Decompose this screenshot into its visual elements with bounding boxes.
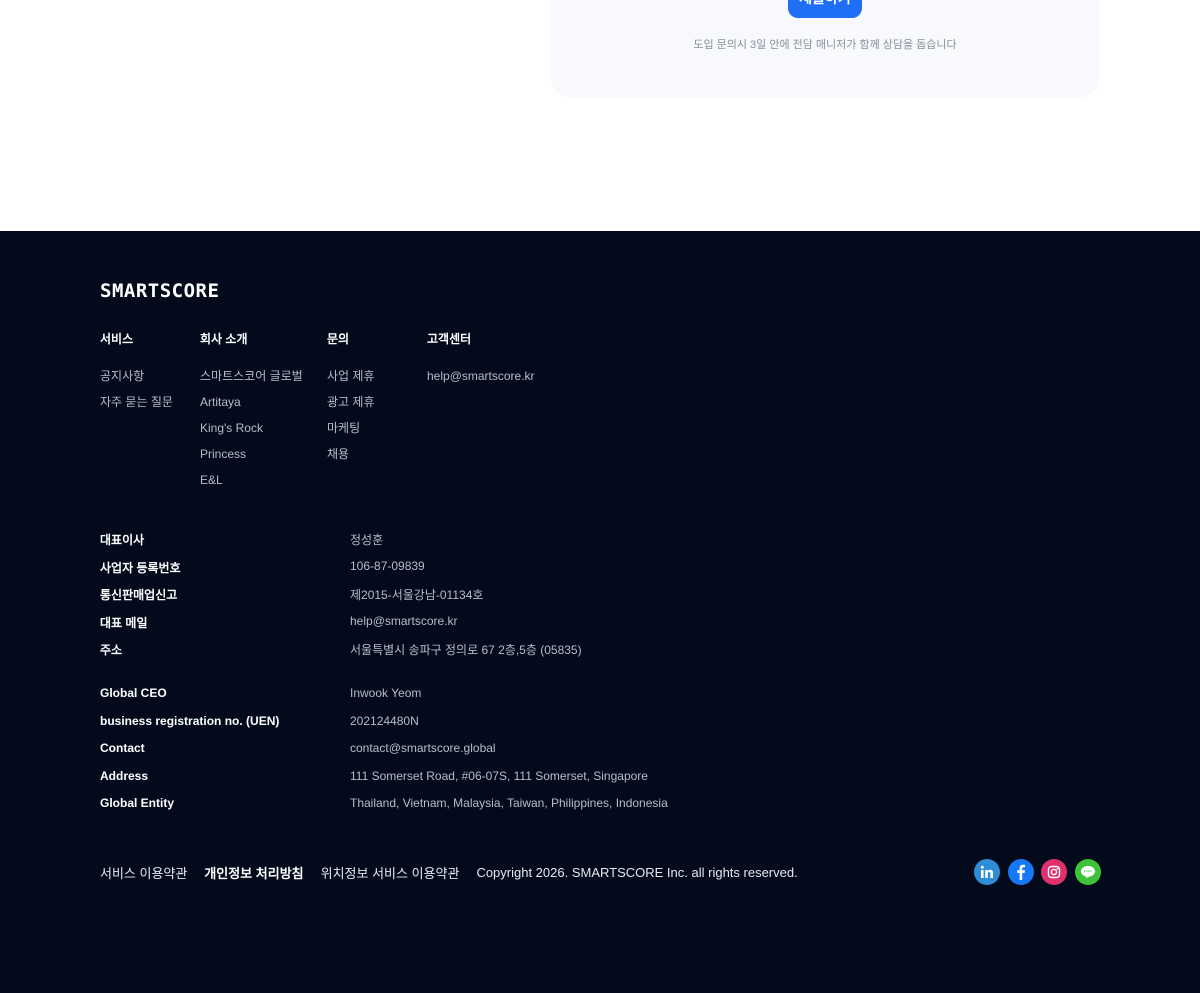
info-row: 대표 메일 help@smartscore.kr (100, 614, 900, 642)
info-row: Contact contact@smartscore.global (100, 741, 900, 769)
footer-menu-inquiry: 문의 사업 제휴 광고 제휴 마케팅 채용 (327, 330, 375, 472)
info-value: 서울특별시 송파구 정의로 67 2층,5층 (05835) (350, 643, 582, 657)
menu-link[interactable]: 사업 제휴 (327, 368, 375, 394)
footer-logo[interactable]: SMARTSCORE (100, 280, 219, 302)
info-value: contact@smartscore.global (350, 741, 496, 755)
menu-link[interactable]: Artitaya (200, 394, 303, 420)
instagram-icon[interactable] (1041, 859, 1067, 885)
info-row: 주소 서울특별시 송파구 정의로 67 2층,5층 (05835) (100, 641, 900, 669)
menu-link[interactable]: 자주 묻는 질문 (100, 394, 173, 420)
info-value: 106-87-09839 (350, 558, 425, 573)
info-row: Address 111 Somerset Road, #06-07S, 111 … (100, 769, 900, 797)
footer-menu-service: 서비스 공지사항 자주 묻는 질문 (100, 330, 173, 420)
info-row: 통신판매업신고 제2015-서울강남-01134호 (100, 586, 900, 614)
info-label: 통신판매업신고 (100, 588, 178, 602)
info-label: Global Entity (100, 796, 175, 810)
info-label: business registration no. (UEN) (100, 713, 280, 728)
submit-button[interactable]: 제출하기 (788, 0, 862, 18)
global-company-info: Global CEO Inwook Yeom business registra… (100, 686, 900, 824)
menu-link[interactable]: 채용 (327, 446, 375, 472)
menu-link[interactable]: 공지사항 (100, 368, 173, 394)
info-value: 202124480N (350, 713, 419, 728)
menu-title: 회사 소개 (200, 332, 248, 346)
footer: SMARTSCORE 서비스 공지사항 자주 묻는 질문 회사 소개 스마트스코… (0, 231, 1200, 993)
info-row: 사업자 등록번호 106-87-09839 (100, 559, 900, 587)
footer-menu-company: 회사 소개 스마트스코어 글로벌 Artitaya King's Rock Pr… (200, 330, 303, 498)
info-label: 대표 메일 (100, 615, 148, 630)
info-value: 제2015-서울강남-01134호 (350, 588, 484, 602)
info-label: 사업자 등록번호 (100, 560, 181, 575)
footer-legal-bar: 서비스 이용약관 개인정보 처리방침 위치정보 서비스 이용약관 Copyrig… (100, 861, 815, 883)
info-label: Address (100, 768, 149, 783)
menu-link[interactable]: 광고 제휴 (327, 394, 375, 420)
info-label: Global CEO (100, 686, 167, 700)
info-row: business registration no. (UEN) 20212448… (100, 714, 900, 742)
social-links (974, 859, 1101, 885)
linkedin-glyph (980, 865, 993, 878)
submit-note: 도입 문의시 3일 안에 전담 매니저가 함께 상담을 돕습니다 (693, 39, 957, 51)
info-value: 111 Somerset Road, #06-07S, 111 Somerset… (350, 768, 648, 783)
info-row: Global CEO Inwook Yeom (100, 686, 900, 714)
instagram-glyph (1047, 865, 1061, 879)
terms-link[interactable]: 서비스 이용약관 (100, 863, 187, 882)
menu-link[interactable]: King's Rock (200, 420, 303, 446)
info-value: Thailand, Vietnam, Malaysia, Taiwan, Phi… (350, 796, 668, 810)
linkedin-icon[interactable] (974, 859, 1000, 885)
info-label: 대표이사 (100, 533, 145, 547)
info-value: help@smartscore.kr (350, 613, 458, 628)
facebook-icon[interactable] (1007, 859, 1034, 885)
support-email-link[interactable]: help@smartscore.kr (427, 368, 535, 394)
contact-section: 제출하기 도입 문의시 3일 안에 전담 매니저가 함께 상담을 돕습니다 (0, 0, 1200, 231)
info-label: 주소 (100, 643, 123, 657)
menu-link[interactable]: Princess (200, 446, 303, 472)
menu-title: 문의 (327, 332, 350, 346)
info-row: Global Entity Thailand, Vietnam, Malaysi… (100, 796, 900, 824)
line-glyph (1080, 866, 1095, 879)
menu-link[interactable]: E&L (200, 472, 303, 498)
menu-link[interactable]: 스마트스코어 글로벌 (200, 368, 303, 394)
privacy-policy-link[interactable]: 개인정보 처리방침 (204, 863, 303, 882)
copyright-text: Copyright 2026. SMARTSCORE Inc. all righ… (476, 864, 798, 880)
location-terms-link[interactable]: 위치정보 서비스 이용약관 (321, 863, 460, 882)
menu-link[interactable]: 마케팅 (327, 420, 375, 446)
info-row: 대표이사 정성훈 (100, 531, 900, 559)
footer-menu-support: 고객센터 help@smartscore.kr (427, 330, 535, 394)
facebook-glyph (1016, 864, 1025, 880)
menu-title: 고객센터 (427, 332, 472, 346)
menu-title: 서비스 (100, 332, 134, 346)
info-value: Inwook Yeom (350, 686, 422, 700)
korea-company-info: 대표이사 정성훈 사업자 등록번호 106-87-09839 통신판매업신고 제… (100, 531, 900, 669)
line-icon[interactable] (1074, 859, 1101, 885)
info-label: Contact (100, 741, 145, 755)
info-value: 정성훈 (350, 533, 384, 547)
